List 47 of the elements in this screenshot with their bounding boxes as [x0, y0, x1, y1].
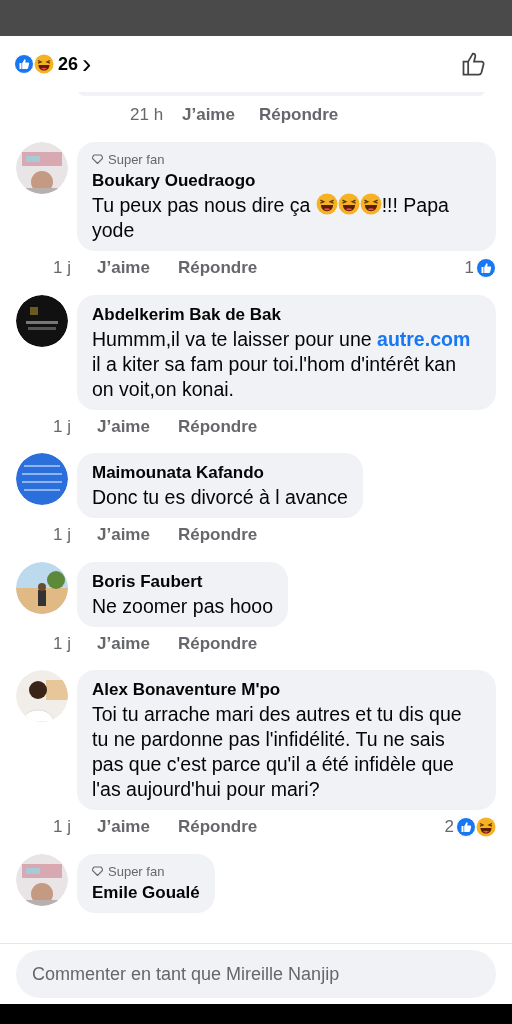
chevron[interactable]: › [82, 50, 92, 78]
comment-author[interactable]: Alex Bonaventure M'po [92, 678, 481, 702]
comment-text: Tu peux pas nous dire ça !!! Papa yode [92, 193, 450, 243]
comment-time: 1 j [53, 257, 72, 279]
like-link[interactable]: J’aime [97, 630, 150, 656]
reaction-count: 2 [444, 816, 454, 838]
comment-time: 1 j [53, 816, 72, 838]
diamond-icon [92, 154, 103, 165]
haha-reaction-icon [476, 816, 496, 837]
reply-link[interactable]: Répondre [258, 102, 339, 128]
comment-text: Hummm,il va te laisser pour une autre.com il a kiter sa fam pour toi.l'hom d'intérêt kan on voit,on konai. [92, 326, 472, 402]
comment-text: Toi tu arrache mari des autres et tu dis que tu ne pardonne pas l'infidélité. Tu ne sais pas que c'est parce qu'il a été infidèle que l'as aujourd'hui pour mari? [92, 702, 463, 802]
comment-time: 21 h [130, 104, 165, 126]
super-fan-label: Super fan [108, 150, 165, 169]
like-link[interactable]: J’aime [97, 255, 150, 281]
comment-author[interactable]: Emile Goualé [92, 881, 200, 905]
reply-link[interactable]: Répondre [177, 522, 258, 548]
comment-author[interactable]: Boukary Ouedraogo [92, 169, 481, 193]
reply-link[interactable]: Répondre [177, 413, 258, 439]
comment-author[interactable]: Boris Faubert [92, 569, 274, 594]
like-link[interactable]: J’aime [97, 522, 150, 548]
diamond-icon [92, 866, 103, 877]
like-link[interactable]: J’aime [97, 413, 150, 439]
reply-link[interactable]: Répondre [177, 255, 258, 281]
comment-time: 1 j [53, 632, 72, 655]
comment-time: 1 j [53, 415, 72, 438]
comment-text: Donc tu es divorcé à l avance [92, 485, 348, 510]
reply-link[interactable]: Répondre [177, 814, 258, 840]
like-link[interactable]: J’aime [182, 102, 235, 128]
reaction-count[interactable]: 26 [58, 50, 79, 78]
laughing-emoji-icon [337, 193, 360, 215]
super-fan-label: Super fan [108, 862, 165, 881]
link[interactable]: autre.com [377, 327, 471, 350]
reaction-count: 1 [464, 257, 474, 279]
like-reaction-icon [456, 816, 476, 837]
comment-author[interactable]: Abdelkerim Bak de Bak [92, 302, 481, 327]
reply-link[interactable]: Répondre [177, 630, 258, 656]
haha-reaction-icon [34, 54, 54, 74]
comment-input-field[interactable]: Commenter en tant que Mireille Nanjip [16, 950, 496, 998]
comment-time: 1 j [53, 524, 72, 546]
like-link[interactable]: J’aime [97, 814, 150, 840]
comment-author[interactable]: Maimounata Kafando [92, 461, 348, 485]
comment-text: Ne zoomer pas hooo [92, 593, 274, 619]
like-reaction-icon [476, 257, 496, 278]
laughing-emoji-icon [315, 193, 338, 215]
like-reaction-icon [14, 54, 34, 74]
laughing-emoji-icon [359, 193, 382, 215]
